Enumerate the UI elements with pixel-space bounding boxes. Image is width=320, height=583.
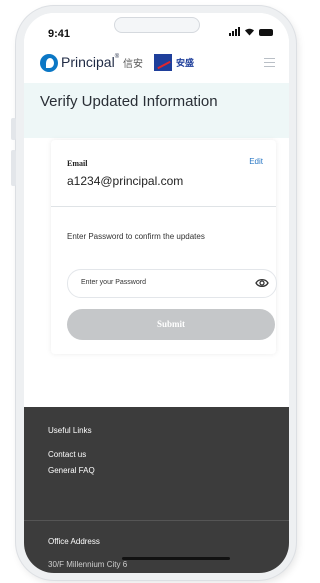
useful-links-heading: Useful Links xyxy=(48,426,92,435)
status-icons xyxy=(229,27,273,36)
title-band: Verify Updated Information xyxy=(24,83,289,138)
eye-icon[interactable] xyxy=(255,277,269,289)
password-input[interactable]: Enter your Password xyxy=(67,269,277,298)
contact-us-link[interactable]: Contact us xyxy=(48,450,86,459)
edit-link[interactable]: Edit xyxy=(249,157,263,166)
notch xyxy=(114,17,200,33)
page-title: Verify Updated Information xyxy=(40,93,218,110)
phone-side-button xyxy=(11,150,16,186)
password-prompt: Enter Password to confirm the updates xyxy=(67,232,205,241)
office-address-line: 30/F Millennium City 6 xyxy=(48,560,128,569)
battery-icon xyxy=(259,29,273,36)
wifi-icon xyxy=(245,28,254,36)
card-divider xyxy=(51,206,276,207)
email-label: Email xyxy=(67,159,88,168)
menu-icon[interactable] xyxy=(264,58,275,70)
signal-icon xyxy=(229,27,240,36)
status-bar: 9:41 xyxy=(24,13,289,47)
app-header: Principal® 信安 安盛 xyxy=(24,47,289,84)
footer: Useful Links Contact us General FAQ Offi… xyxy=(24,407,289,573)
email-value: a1234@principal.com xyxy=(67,174,184,188)
phone-screen: 9:41 Principal® 信安 安盛 Verify Updated Inf… xyxy=(24,13,289,573)
phone-side-button xyxy=(11,118,16,140)
brand-name: Principal® 信安 xyxy=(61,54,144,70)
partner-name: 安盛 xyxy=(176,58,195,68)
submit-button[interactable]: Submit xyxy=(67,309,275,340)
home-indicator xyxy=(122,557,230,560)
status-time: 9:41 xyxy=(48,28,71,40)
principal-logo-icon xyxy=(40,54,58,72)
axa-logo-icon xyxy=(154,54,172,71)
general-faq-link[interactable]: General FAQ xyxy=(48,466,95,475)
verify-card: Email Edit a1234@principal.com Enter Pas… xyxy=(51,140,277,354)
office-address-heading: Office Address xyxy=(48,537,100,546)
footer-divider xyxy=(24,520,289,521)
password-placeholder: Enter your Password xyxy=(81,279,146,286)
